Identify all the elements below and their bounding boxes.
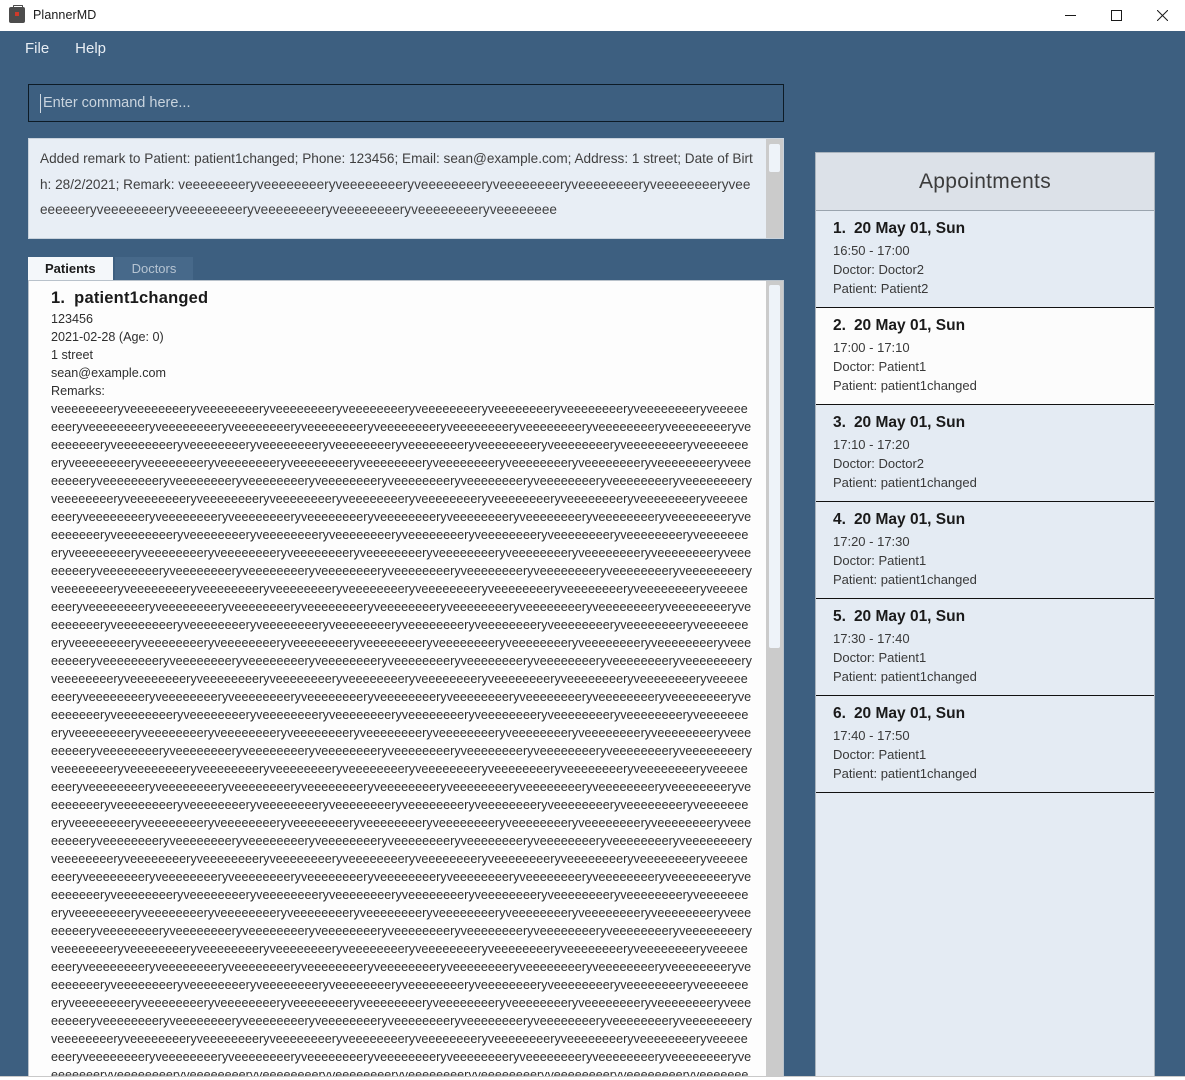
appointment-row[interactable]: 4. 20 May 01, Sun 17:20 - 17:30 Doctor: P… [816, 502, 1154, 599]
appointment-row[interactable]: 5. 20 May 01, Sun 17:30 - 17:40 Doctor: P… [816, 599, 1154, 696]
tab-strip: Patients Doctors [28, 257, 784, 280]
minimize-button[interactable] [1047, 0, 1093, 31]
result-display: Added remark to Patient: patient1changed… [28, 138, 784, 239]
appointment-patient: Patient: patient1changed [833, 378, 977, 393]
appointment-row[interactable]: 2. 20 May 01, Sun 17:00 - 17:10 Doctor: P… [816, 308, 1154, 405]
patient-remarks-label: Remarks: [51, 384, 105, 398]
patient-address: 1 street [51, 348, 93, 362]
appointment-date: 20 May 01, Sun [853, 511, 966, 528]
appointment-patient: Patient: Patient2 [833, 281, 929, 296]
appointment-doctor: Doctor: Patient1 [833, 650, 927, 665]
appointment-doctor: Doctor: Doctor2 [833, 456, 925, 471]
title-bar: PlannerMD [0, 0, 1185, 31]
appointment-date-row: 6. 20 May 01, Sun [833, 705, 1154, 723]
appointment-doctor: Doctor: Patient1 [833, 359, 927, 374]
patient-email: sean@example.com [51, 366, 166, 380]
appointment-row[interactable]: 1. 20 May 01, Sun 16:50 - 17:00 Doctor: D… [816, 211, 1154, 308]
left-column: Enter command here... Added remark to Pa… [28, 66, 784, 1080]
appointment-date-row: 1. 20 May 01, Sun [833, 220, 1154, 238]
patient-name: patient1changed [74, 289, 209, 307]
window-controls [1047, 0, 1185, 31]
appointment-row[interactable]: 6. 20 May 01, Sun 17:40 - 17:50 Doctor: P… [816, 696, 1154, 793]
appointment-doctor: Doctor: Doctor2 [833, 262, 925, 277]
appointment-time: 17:00 - 17:10 [833, 340, 910, 355]
appointment-patient: Patient: patient1changed [833, 669, 977, 684]
result-scrollbar-thumb[interactable] [769, 144, 780, 172]
appointment-index: 5. [833, 608, 846, 625]
appointment-doctor: Doctor: Patient1 [833, 553, 927, 568]
close-button[interactable] [1139, 0, 1185, 31]
appointment-time: 17:30 - 17:40 [833, 631, 910, 646]
patient-list-panel: 1. patient1changed 123456 2021-02-28 (Age… [28, 280, 784, 1080]
patient-index: 1. [51, 289, 66, 307]
appointment-index: 6. [833, 705, 846, 722]
status-bar-footer [0, 1076, 1185, 1080]
appointment-patient: Patient: patient1changed [833, 475, 977, 490]
appointment-date-row: 5. 20 May 01, Sun [833, 608, 1154, 626]
medical-bag-icon [9, 5, 25, 23]
patient-dob: 2021-02-28 (Age: 0) [51, 330, 164, 344]
menu-bar: File Help [0, 31, 1185, 66]
appointment-index: 1. [833, 220, 846, 237]
appointments-header: Appointments [816, 153, 1154, 211]
menu-item-file[interactable]: File [12, 37, 62, 60]
appointment-date: 20 May 01, Sun [853, 317, 966, 334]
list-item[interactable]: 1. patient1changed 123456 2021-02-28 (Age… [29, 281, 766, 1080]
tab-patients-label: Patients [45, 261, 96, 276]
window-title: PlannerMD [33, 8, 97, 22]
command-input[interactable]: Enter command here... [28, 84, 784, 122]
maximize-button[interactable] [1093, 0, 1139, 31]
appointment-patient: Patient: patient1changed [833, 766, 977, 781]
result-scrollbar[interactable] [766, 139, 783, 238]
patient-list-scrollbar-thumb[interactable] [769, 285, 780, 648]
appointment-index: 3. [833, 414, 846, 431]
patient-name-row: 1. patient1changed [51, 289, 752, 308]
patient-list-scrollbar[interactable] [766, 281, 783, 1080]
patient-phone: 123456 [51, 312, 94, 326]
appointments-list[interactable]: 1. 20 May 01, Sun 16:50 - 17:00 Doctor: D… [816, 211, 1154, 1080]
appointment-time: 16:50 - 17:00 [833, 243, 910, 258]
tab-patients[interactable]: Patients [28, 257, 113, 280]
tab-doctors[interactable]: Doctors [114, 257, 194, 280]
appointment-time: 17:40 - 17:50 [833, 728, 910, 743]
appointment-date-row: 3. 20 May 01, Sun [833, 414, 1154, 432]
appointment-date: 20 May 01, Sun [853, 414, 966, 431]
appointments-title: Appointments [918, 169, 1051, 193]
appointment-row[interactable]: 3. 20 May 01, Sun 17:10 - 17:20 Doctor: D… [816, 405, 1154, 502]
appointment-time: 17:10 - 17:20 [833, 437, 910, 452]
app-window: PlannerMD File Help Enter command here..… [0, 0, 1185, 1080]
appointment-index: 2. [833, 317, 846, 334]
command-input-placeholder: Enter command here... [43, 95, 191, 111]
appointment-date: 20 May 01, Sun [853, 220, 966, 237]
menu-item-help[interactable]: Help [62, 37, 119, 60]
patient-list[interactable]: 1. patient1changed 123456 2021-02-28 (Age… [29, 281, 766, 1080]
appointment-doctor: Doctor: Patient1 [833, 747, 927, 762]
appointment-index: 4. [833, 511, 846, 528]
appointment-date: 20 May 01, Sun [853, 705, 966, 722]
appointment-time: 17:20 - 17:30 [833, 534, 910, 549]
tab-doctors-label: Doctors [131, 261, 177, 276]
result-display-text: Added remark to Patient: patient1changed… [40, 151, 753, 217]
appointment-date-row: 2. 20 May 01, Sun [833, 317, 1154, 335]
appointment-date: 20 May 01, Sun [853, 608, 966, 625]
patient-remarks-text: veeeeeeeeryveeeeeeeeryveeeeeeeeryveeeeee… [51, 402, 752, 1080]
text-caret [40, 93, 41, 113]
main-content: Enter command here... Added remark to Pa… [0, 66, 1185, 1080]
appointment-patient: Patient: patient1changed [833, 572, 977, 587]
appointment-date-row: 4. 20 May 01, Sun [833, 511, 1154, 529]
appointments-panel: Appointments 1. 20 May 01, Sun 16:50 - 17… [815, 152, 1155, 1080]
